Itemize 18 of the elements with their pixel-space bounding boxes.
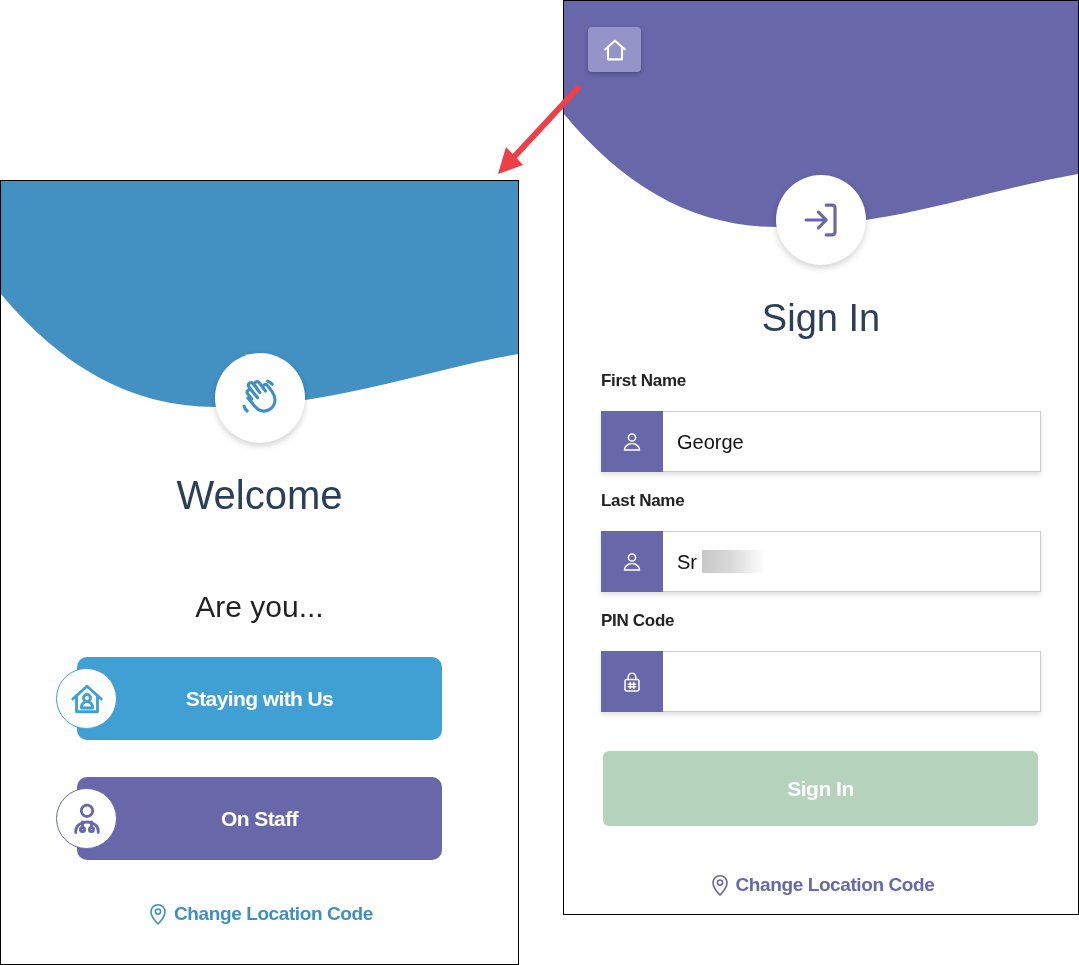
sign-in-title: Sign In bbox=[761, 296, 881, 341]
guest-button[interactable]: Staying with Us bbox=[77, 657, 442, 740]
home-button[interactable] bbox=[588, 27, 641, 72]
field-label: Last Name bbox=[601, 491, 686, 511]
person-icon bbox=[601, 531, 663, 592]
staff-button[interactable]: On Staff bbox=[77, 777, 442, 860]
prompt-text: Are you... bbox=[195, 589, 324, 625]
name-field[interactable]: Sr bbox=[663, 531, 1041, 592]
field-label: First Name bbox=[601, 371, 687, 391]
person-icon bbox=[601, 411, 663, 472]
change-location-link[interactable]: Change Location Code bbox=[707, 871, 935, 900]
change-location-link[interactable]: Change Location Code bbox=[146, 900, 373, 929]
lock-icon bbox=[601, 651, 663, 712]
sign-in-icon bbox=[776, 175, 866, 265]
welcome-title: Welcome bbox=[176, 472, 343, 519]
name-field[interactable]: George bbox=[663, 411, 1041, 472]
field-label: PIN Code bbox=[601, 611, 676, 631]
pin-field[interactable] bbox=[663, 651, 1041, 712]
